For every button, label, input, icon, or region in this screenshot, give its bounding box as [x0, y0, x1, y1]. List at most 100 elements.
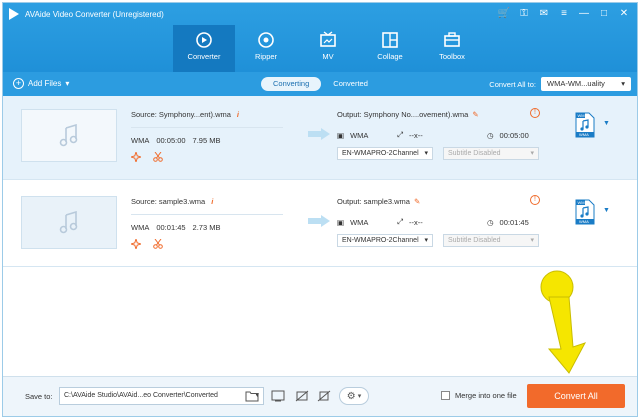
audio-track-value: EN-WMAPRO-2Channel	[342, 150, 419, 157]
tab-collage[interactable]: Collage	[359, 25, 421, 72]
music-note-icon	[59, 210, 78, 233]
save-path-select[interactable]: C:\AVAide Studio\AVAid...eo Converter\Co…	[59, 387, 264, 405]
chip-off-icon	[317, 390, 331, 402]
cut-icon[interactable]	[153, 239, 163, 249]
screen-icon	[271, 390, 285, 402]
chevron-down-icon[interactable]: ▾	[65, 79, 69, 88]
hardware-accel-button-2[interactable]	[315, 387, 333, 405]
tab-ripper[interactable]: Ripper	[235, 25, 297, 72]
source-label: Source: Symphony...ent).wma	[131, 110, 231, 119]
file-badge-bottom: WMA	[579, 132, 589, 137]
toolbox-icon	[444, 32, 460, 47]
minimize-button[interactable]: —	[577, 7, 591, 21]
music-note-icon	[59, 123, 78, 146]
window-title: AVAide Video Converter (Unregistered)	[25, 10, 164, 19]
source-name: Source: Symphony...ent).wma i	[131, 110, 239, 119]
checkbox[interactable]	[441, 391, 450, 400]
file-row[interactable]: Source: sample3.wma i WMA 00:01:45 2.73 M…	[3, 183, 637, 267]
audio-track-value: EN-WMAPRO-2Channel	[342, 237, 419, 244]
add-files-button[interactable]: + Add Files ▾	[13, 78, 69, 89]
app-logo-icon	[9, 8, 19, 20]
output-format-select[interactable]: WMA-WM...uality ▾	[541, 77, 631, 91]
close-button[interactable]: ✕	[617, 7, 631, 21]
edit-icon[interactable]: ✎	[472, 110, 478, 119]
file-row[interactable]: Source: Symphony...ent).wma i WMA 00:05:0…	[3, 96, 637, 180]
hardware-accel-button[interactable]	[293, 387, 311, 405]
main-nav: Converter Ripper MV Collage Toolbox	[173, 25, 483, 72]
film-icon: ▣	[337, 217, 345, 227]
source-label: Source: sample3.wma	[131, 197, 206, 206]
output-format-value: WMA-WM...uality	[547, 79, 605, 88]
tab-ripper-label: Ripper	[254, 52, 278, 61]
audio-track-select[interactable]: EN-WMAPRO-2Channel ▾	[337, 147, 433, 160]
convert-all-button[interactable]: Convert All	[527, 384, 625, 408]
subtitle-select[interactable]: Subtitle Disabled ▾	[443, 234, 539, 247]
clock-icon: ◷	[487, 217, 494, 227]
merge-checkbox[interactable]: Merge into one file	[441, 391, 517, 400]
mv-icon	[320, 31, 336, 47]
chevron-down-icon: ▾	[621, 79, 625, 88]
info-icon[interactable]: i	[211, 197, 213, 206]
tab-mv-label: MV	[322, 52, 334, 61]
preview-button[interactable]	[269, 387, 287, 405]
subtitle-value: Subtitle Disabled	[448, 237, 501, 244]
output-resolution: --x--	[409, 130, 423, 140]
toolbar: + Add Files ▾ Converting Converted Conve…	[3, 72, 637, 96]
output-meta: ▣ WMA ⤢ --x-- ◷ 00:01:45	[337, 217, 529, 227]
file-badge-bottom: WMA	[579, 219, 589, 224]
open-folder-button[interactable]	[243, 387, 261, 405]
wma-file-icon[interactable]: WM WMA	[575, 112, 595, 138]
window-controls: 🛒 ⚿ ✉ ≡ — □ ✕	[497, 7, 631, 21]
key-icon[interactable]: ⚿	[517, 7, 531, 21]
subtitle-select[interactable]: Subtitle Disabled ▾	[443, 147, 539, 160]
output-duration: 00:01:45	[499, 217, 529, 227]
source-duration: 00:01:45	[156, 223, 186, 232]
cut-icon[interactable]	[153, 152, 163, 162]
warning-icon[interactable]: !	[530, 108, 540, 118]
convert-all-to-label: Convert All to:	[489, 79, 536, 89]
warning-icon[interactable]: !	[530, 195, 540, 205]
output-name: Output: sample3.wma ✎	[337, 197, 420, 206]
chevron-down-icon[interactable]: ▼	[603, 207, 610, 214]
cart-icon[interactable]: 🛒	[497, 7, 511, 21]
source-meta: WMA 00:05:00 7.95 MB	[131, 136, 220, 145]
info-icon[interactable]: i	[237, 110, 239, 119]
save-to-label: Save to:	[25, 392, 53, 401]
menu-icon[interactable]: ≡	[557, 7, 571, 21]
title-bar: AVAide Video Converter (Unregistered) 🛒 …	[3, 3, 637, 72]
status-tabs: Converting Converted	[261, 77, 380, 91]
source-size: 7.95 MB	[192, 136, 221, 145]
enhance-icon[interactable]	[131, 152, 141, 162]
source-meta: WMA 00:01:45 2.73 MB	[131, 223, 220, 232]
save-path-value: C:\AVAide Studio\AVAid...eo Converter\Co…	[64, 392, 218, 399]
maximize-button[interactable]: □	[597, 7, 611, 21]
tab-toolbox[interactable]: Toolbox	[421, 25, 483, 72]
audio-track-select[interactable]: EN-WMAPRO-2Channel ▾	[337, 234, 433, 247]
output-format: WMA	[350, 130, 369, 140]
resize-icon: ⤢	[397, 130, 403, 139]
film-icon: ▣	[337, 130, 345, 140]
output-duration: 00:05:00	[499, 130, 529, 140]
tab-converting[interactable]: Converting	[261, 77, 322, 91]
gear-icon: ⚙	[346, 390, 356, 402]
arrow-right-icon	[308, 215, 330, 227]
enhance-icon[interactable]	[131, 239, 141, 249]
tab-converted[interactable]: Converted	[321, 77, 380, 91]
convert-all-to: Convert All to: WMA-WM...uality ▾	[489, 77, 631, 91]
file-thumbnail	[21, 196, 117, 249]
file-thumbnail	[21, 109, 117, 162]
ripper-icon	[258, 32, 274, 48]
output-resolution: --x--	[409, 217, 423, 227]
feedback-icon[interactable]: ✉	[537, 7, 551, 21]
gpu-off-icon	[295, 390, 309, 402]
tab-mv[interactable]: MV	[297, 25, 359, 72]
source-duration: 00:05:00	[156, 136, 186, 145]
output-label: Output: Symphony No....ovement).wma	[337, 110, 469, 119]
tab-converter[interactable]: Converter	[173, 25, 235, 72]
output-label: Output: sample3.wma	[337, 197, 410, 206]
arrow-right-icon	[308, 128, 330, 140]
wma-file-icon[interactable]: WM WMA	[575, 199, 595, 225]
edit-icon[interactable]: ✎	[414, 197, 420, 206]
settings-button[interactable]: ⚙ ▾	[339, 387, 369, 405]
chevron-down-icon[interactable]: ▼	[603, 120, 610, 127]
